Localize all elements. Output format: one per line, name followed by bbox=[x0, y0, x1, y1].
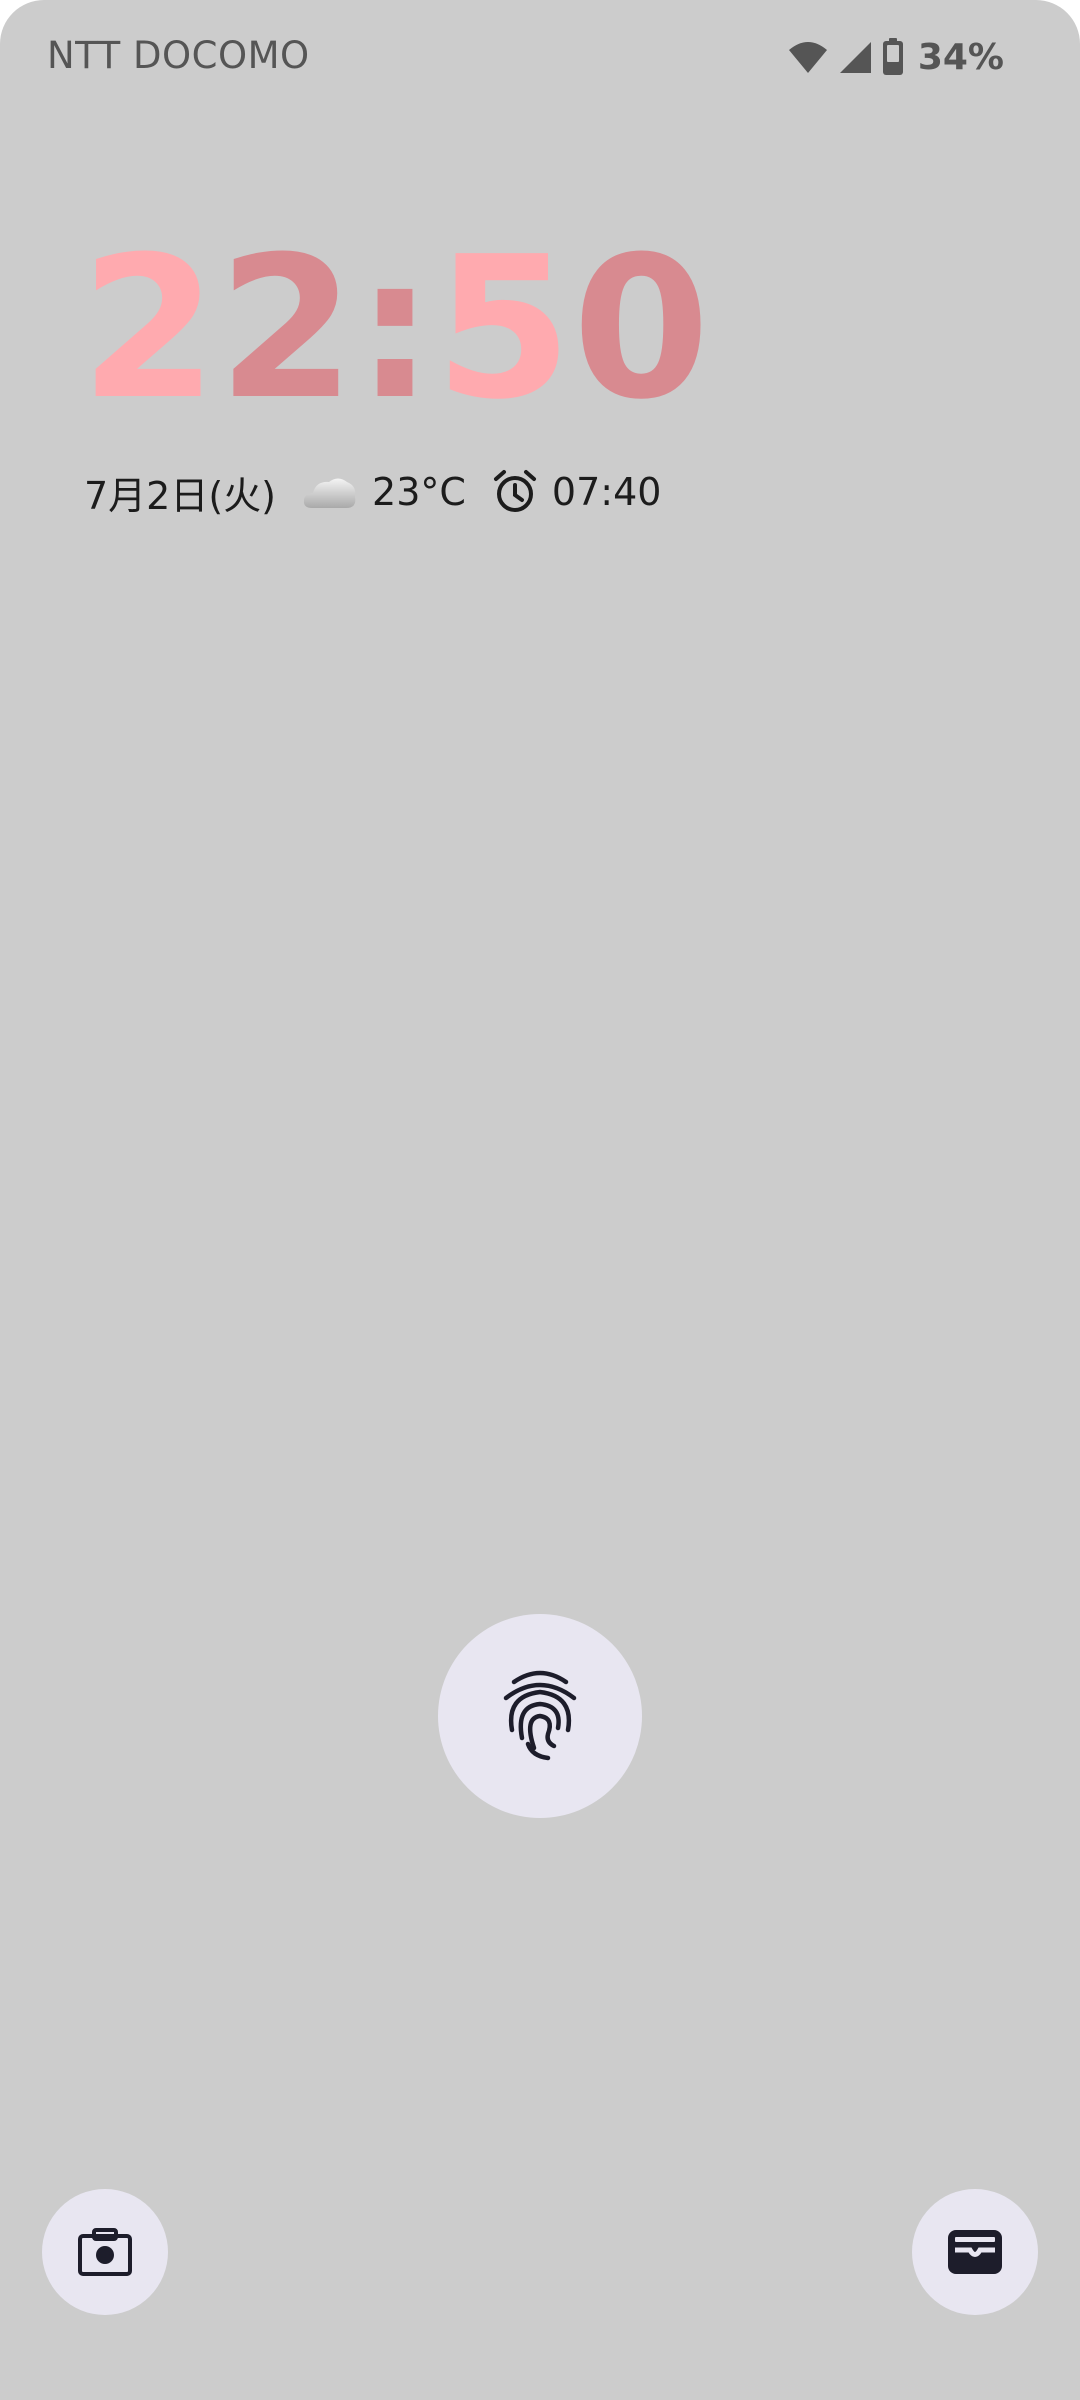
lock-screen-clock: 22:50 bbox=[80, 200, 720, 443]
clock-digits: 22:50 bbox=[80, 215, 710, 443]
date-text: 7月2日(火) bbox=[84, 473, 277, 518]
battery-icon bbox=[882, 38, 903, 75]
camera-shortcut-button[interactable] bbox=[42, 2189, 168, 2315]
alarm-time-text: 07:40 bbox=[551, 470, 662, 514]
carrier-name: NTT DOCOMO bbox=[47, 34, 310, 77]
cellular-signal-icon bbox=[839, 42, 871, 73]
clock-time-text: 22:50 bbox=[80, 215, 710, 430]
camera-icon bbox=[78, 2228, 132, 2276]
cloud-icon bbox=[303, 478, 356, 508]
clock-char: 2 bbox=[218, 215, 356, 430]
fingerprint-unlock-button[interactable] bbox=[438, 1614, 642, 1818]
clock-char: : bbox=[355, 215, 434, 430]
status-bar: NTT DOCOMO 34% bbox=[0, 0, 1080, 120]
temperature-text: 23°C bbox=[372, 470, 466, 514]
alarm-icon bbox=[493, 470, 536, 512]
wallet-icon bbox=[948, 2230, 1002, 2274]
status-icons: 34% bbox=[788, 34, 1004, 80]
fingerprint-icon bbox=[503, 1670, 577, 1761]
lock-screen-info-line: 7月2日(火) 23°C 07:40 bbox=[84, 462, 661, 522]
wallet-shortcut-button[interactable] bbox=[912, 2189, 1038, 2315]
clock-char: 2 bbox=[80, 215, 218, 430]
wifi-icon bbox=[788, 42, 827, 73]
lock-screen: NTT DOCOMO 34% 22:50 7月2日(火) 23°C 07:40 bbox=[0, 0, 1080, 2400]
clock-char: 0 bbox=[572, 215, 710, 430]
battery-percentage: 34% bbox=[917, 36, 1004, 78]
clock-char: 5 bbox=[435, 215, 573, 430]
